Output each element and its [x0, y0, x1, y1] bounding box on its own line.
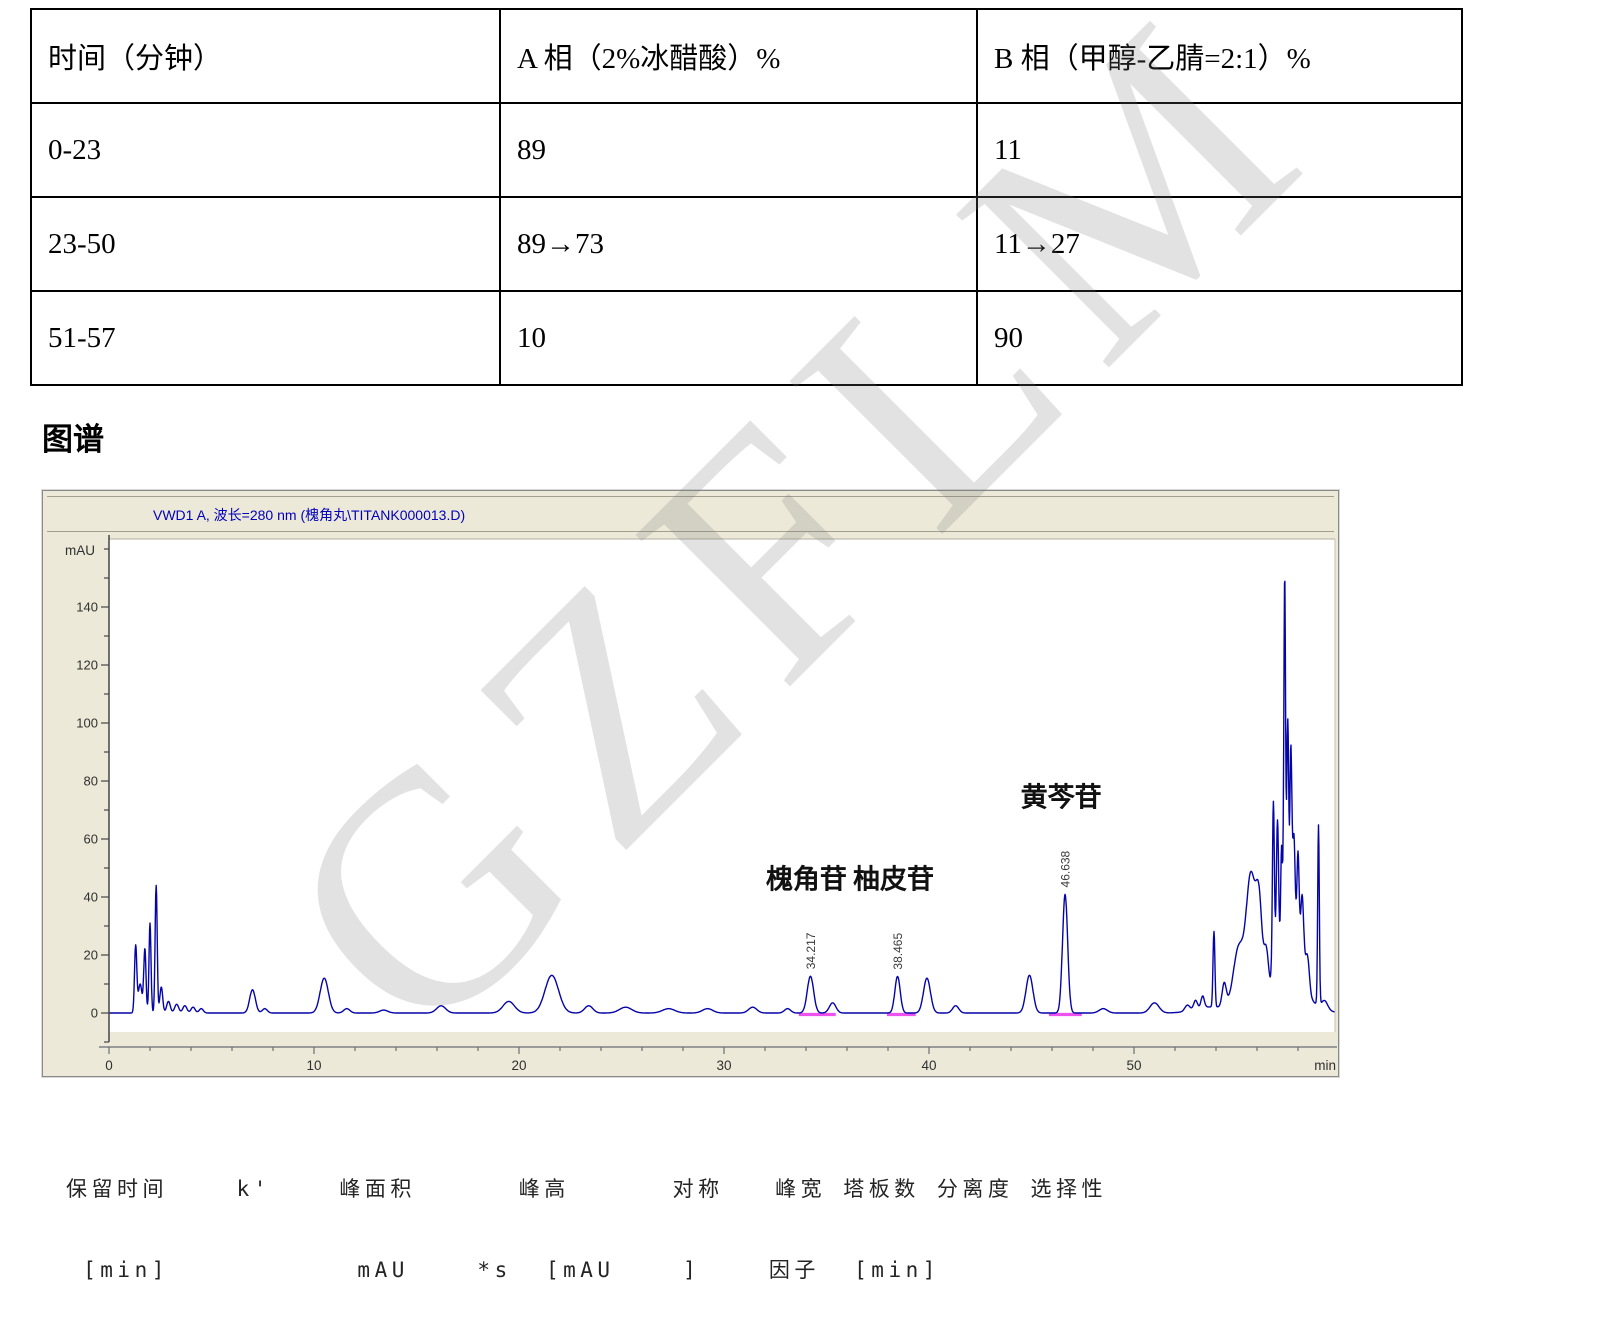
document-page: GZFLM 时间（分钟） A 相（2%冰醋酸）% B 相（甲醇-乙腈=2:1）%…: [0, 0, 1601, 1329]
gradient-header-time: 时间（分钟）: [31, 9, 500, 103]
peak-results-table: 保留时间 k' 峰面积 峰高 对称 峰宽 塔板数 分离度 选择性 [min] m…: [66, 1122, 1420, 1329]
gradient-cell: 23-50: [31, 197, 500, 291]
gradient-cell: 10: [500, 291, 977, 385]
peak-table-line: [min] mAU *s [mAU ] 因子 [min]: [66, 1257, 1420, 1284]
svg-text:80: 80: [84, 774, 98, 789]
peak-table-line: 保留时间 k' 峰面积 峰高 对称 峰宽 塔板数 分离度 选择性: [66, 1176, 1420, 1203]
gradient-cell: 90: [977, 291, 1462, 385]
gradient-table-header-row: 时间（分钟） A 相（2%冰醋酸）% B 相（甲醇-乙腈=2:1）%: [31, 9, 1462, 103]
svg-text:60: 60: [84, 832, 98, 847]
gradient-cell: 11: [977, 103, 1462, 197]
section-label: 图谱: [42, 414, 104, 459]
gradient-table-row: 23-50 89→73 11→27: [31, 197, 1462, 291]
svg-text:10: 10: [306, 1058, 321, 1073]
svg-text:柚皮苷: 柚皮苷: [853, 865, 934, 895]
svg-text:20: 20: [511, 1058, 526, 1073]
gradient-cell: 51-57: [31, 291, 500, 385]
svg-text:0: 0: [91, 1006, 98, 1021]
gradient-table-row: 51-57 10 90: [31, 291, 1462, 385]
svg-text:20: 20: [84, 948, 98, 963]
svg-text:30: 30: [716, 1058, 731, 1073]
svg-text:0: 0: [105, 1058, 113, 1073]
svg-text:38.465: 38.465: [891, 933, 905, 970]
gradient-cell: 89: [500, 103, 977, 197]
gradient-cell: 11→27: [977, 197, 1462, 291]
gradient-header-phase-a: A 相（2%冰醋酸）%: [500, 9, 977, 103]
svg-text:黄芩苷: 黄芩苷: [1021, 782, 1102, 812]
gradient-cell: 0-23: [31, 103, 500, 197]
gradient-table-row: 0-23 89 11: [31, 103, 1462, 197]
svg-text:120: 120: [76, 658, 98, 673]
gradient-header-phase-b: B 相（甲醇-乙腈=2:1）%: [977, 9, 1462, 103]
svg-text:100: 100: [76, 716, 98, 731]
svg-text:mAU: mAU: [65, 543, 95, 558]
svg-text:槐角苷: 槐角苷: [766, 863, 847, 894]
svg-text:40: 40: [921, 1058, 936, 1073]
svg-text:40: 40: [84, 890, 98, 905]
gradient-table: 时间（分钟） A 相（2%冰醋酸）% B 相（甲醇-乙腈=2:1）% 0-23 …: [30, 8, 1463, 386]
chromatogram-panel: VWD1 A, 波长=280 nm (槐角丸\TITANK000013.D) 0…: [42, 490, 1339, 1077]
svg-text:34.217: 34.217: [804, 932, 818, 969]
svg-text:50: 50: [1126, 1058, 1141, 1073]
chromatogram-plot: 0 20 40 60 80 100 120 140 mAU 0 10 20 30 40 50 min 34.21…: [43, 491, 1338, 1076]
svg-text:min: min: [1314, 1058, 1336, 1073]
svg-text:140: 140: [76, 600, 98, 615]
svg-text:46.638: 46.638: [1059, 850, 1073, 887]
gradient-cell: 89→73: [500, 197, 977, 291]
